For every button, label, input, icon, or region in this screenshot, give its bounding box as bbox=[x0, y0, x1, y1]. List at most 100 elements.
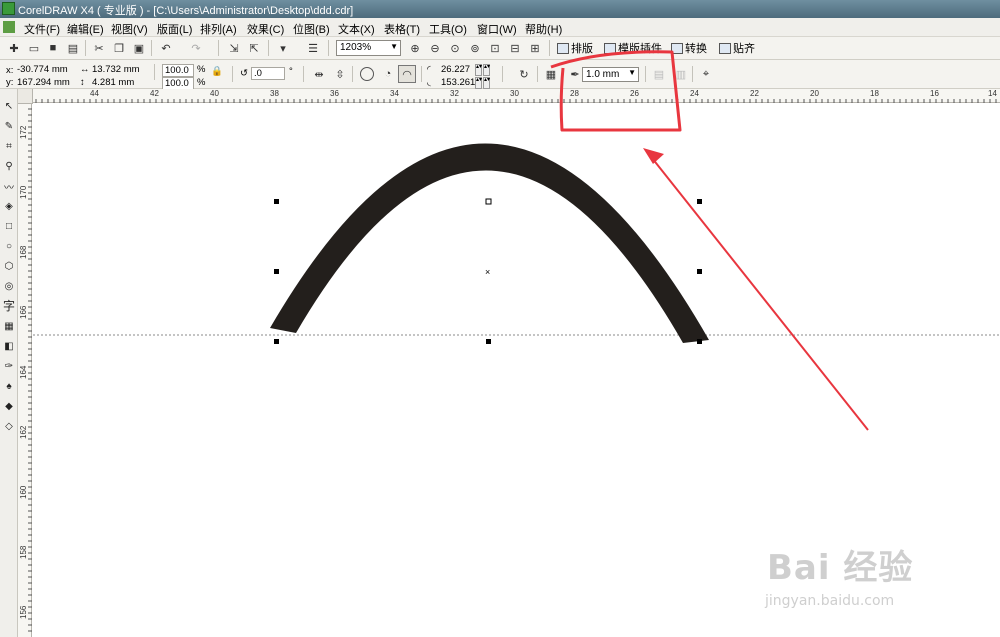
selection-handle[interactable] bbox=[697, 199, 702, 204]
hruler-label: 14 bbox=[988, 89, 997, 98]
basic-shapes-icon[interactable]: ◎ bbox=[2, 279, 16, 293]
menu-text[interactable]: 文本(X) bbox=[338, 21, 375, 37]
zoom-level-select[interactable]: 1203% ▼ bbox=[336, 40, 401, 56]
horizontal-ruler-ticks bbox=[18, 99, 997, 103]
height-field[interactable]: 4.281 mm bbox=[92, 77, 134, 88]
toolbar-separator bbox=[303, 66, 304, 82]
selection-handle[interactable] bbox=[274, 269, 279, 274]
interactive-blend-icon[interactable]: ◧ bbox=[2, 339, 16, 353]
menu-bitmaps[interactable]: 位图(B) bbox=[293, 21, 330, 37]
plugin-button[interactable]: 模版插件 bbox=[604, 40, 662, 56]
redo-icon[interactable]: ↷ bbox=[188, 40, 204, 56]
menu-view[interactable]: 视图(V) bbox=[111, 21, 148, 37]
mirror-vertical-icon[interactable]: ⇳ bbox=[332, 66, 348, 82]
table-tool-icon[interactable]: ▦ bbox=[2, 319, 16, 333]
save-icon[interactable]: ■ bbox=[45, 40, 61, 56]
arc-shape[interactable] bbox=[270, 143, 709, 343]
scale-x-field[interactable]: 100.0 bbox=[162, 64, 194, 77]
menu-layout[interactable]: 版面(L) bbox=[157, 21, 192, 37]
zoom-in-icon[interactable]: ⊕ bbox=[407, 40, 423, 56]
menu-effects[interactable]: 效果(C) bbox=[247, 21, 284, 37]
zoom-height-icon[interactable]: ⊞ bbox=[527, 40, 543, 56]
document-icon[interactable] bbox=[3, 21, 15, 33]
application-launcher-icon[interactable]: ▾ bbox=[275, 40, 291, 56]
zoom-out-icon[interactable]: ⊖ bbox=[427, 40, 443, 56]
menu-table[interactable]: 表格(T) bbox=[384, 21, 420, 37]
zoom-width-icon[interactable]: ⊟ bbox=[507, 40, 523, 56]
selection-handle[interactable] bbox=[274, 199, 279, 204]
to-front-icon[interactable]: ▤ bbox=[651, 66, 667, 82]
zoom-page-icon[interactable]: ⊡ bbox=[487, 40, 503, 56]
selection-handle[interactable] bbox=[485, 198, 492, 205]
horizontal-ruler[interactable]: 44 42 40 38 36 34 32 30 28 26 24 22 20 1… bbox=[18, 89, 1000, 103]
pick-tool-icon[interactable]: ↖ bbox=[2, 99, 16, 113]
freehand-tool-icon[interactable]: 〰 bbox=[2, 179, 16, 194]
menu-arrange[interactable]: 排列(A) bbox=[200, 21, 237, 37]
arc-mode-icon[interactable]: ◠ bbox=[398, 65, 416, 83]
mirror-horizontal-icon[interactable]: ⇹ bbox=[311, 66, 327, 82]
toolbox: ↖ ✎ ⌗ ⚲ 〰 ◈ □ ○ ⬡ ◎ 字 ▦ ◧ ✑ ♠ ◆ ◇ bbox=[0, 89, 18, 637]
menu-help[interactable]: 帮助(H) bbox=[525, 21, 562, 37]
y-position-field[interactable]: 167.294 mm bbox=[17, 77, 70, 88]
print-icon[interactable]: ▤ bbox=[65, 40, 81, 56]
polygon-tool-icon[interactable]: ⬡ bbox=[2, 259, 16, 273]
selection-handle[interactable] bbox=[697, 269, 702, 274]
pie-mode-icon[interactable]: ◔ bbox=[380, 66, 396, 82]
menu-file[interactable]: 文件(F) bbox=[24, 21, 60, 37]
zoom-tool-icon[interactable]: ⚲ bbox=[2, 159, 16, 173]
to-back-icon[interactable]: ▥ bbox=[673, 66, 689, 82]
start-angle-field[interactable]: 26.227 bbox=[441, 64, 470, 75]
end-angle-spinner[interactable]: ▴▾ bbox=[483, 77, 490, 89]
width-field[interactable]: 13.732 mm bbox=[92, 64, 140, 75]
copy-icon[interactable]: ❐ bbox=[111, 40, 127, 56]
ruler-origin-corner[interactable] bbox=[18, 89, 33, 104]
plugin-label: 模版插件 bbox=[618, 43, 662, 55]
toolbar-separator bbox=[692, 66, 693, 82]
wrap-text-icon[interactable]: ▦ bbox=[543, 66, 559, 82]
fill-tool-icon[interactable]: ◆ bbox=[2, 399, 16, 413]
interactive-fill-icon[interactable]: ◇ bbox=[2, 419, 16, 433]
selection-handle[interactable] bbox=[486, 339, 491, 344]
start-angle-spinner[interactable]: ▴▾ bbox=[483, 64, 490, 76]
outline-pen-tool-icon[interactable]: ♠ bbox=[2, 379, 16, 393]
smart-fill-icon[interactable]: ◈ bbox=[2, 199, 16, 213]
new-document-icon[interactable]: ✚ bbox=[6, 40, 22, 56]
selection-handle[interactable] bbox=[697, 339, 702, 344]
snap-button[interactable]: 贴齐 bbox=[719, 40, 755, 56]
end-angle-field[interactable]: 153.261 bbox=[441, 77, 475, 88]
vertical-ruler[interactable]: 172 170 168 166 164 162 160 158 156 bbox=[18, 103, 32, 637]
eyedropper-icon[interactable]: ✑ bbox=[2, 359, 16, 373]
x-position-field[interactable]: -30.774 mm bbox=[17, 64, 68, 75]
convert-button[interactable]: 转换 bbox=[671, 40, 707, 56]
ellipse-mode-icon[interactable] bbox=[360, 67, 374, 81]
rotation-field[interactable]: .0 bbox=[251, 67, 285, 80]
menu-edit[interactable]: 编辑(E) bbox=[67, 21, 104, 37]
menu-window[interactable]: 窗口(W) bbox=[477, 21, 517, 37]
selection-handle[interactable] bbox=[274, 339, 279, 344]
open-icon[interactable]: ▭ bbox=[26, 40, 42, 56]
cut-icon[interactable]: ✂ bbox=[91, 40, 107, 56]
zoom-selected-icon[interactable]: ⊙ bbox=[447, 40, 463, 56]
menu-tools[interactable]: 工具(O) bbox=[429, 21, 467, 37]
paste-icon[interactable]: ▣ bbox=[131, 40, 147, 56]
crop-tool-icon[interactable]: ⌗ bbox=[2, 139, 16, 153]
center-marker: × bbox=[485, 267, 490, 277]
outline-width-select[interactable]: 1.0 mm ▼ bbox=[582, 67, 639, 82]
vruler-label: 160 bbox=[19, 485, 28, 499]
zoom-all-icon[interactable]: ⊚ bbox=[467, 40, 483, 56]
convert-to-curves-icon[interactable]: ⌖ bbox=[698, 66, 714, 82]
layout-button[interactable]: 排版 bbox=[557, 40, 593, 56]
lock-ratio-icon[interactable]: 🔒 bbox=[211, 66, 223, 77]
import-icon[interactable]: ⇲ bbox=[226, 40, 242, 56]
rectangle-tool-icon[interactable]: □ bbox=[2, 219, 16, 233]
change-direction-icon[interactable]: ↻ bbox=[516, 66, 532, 82]
ellipse-tool-icon[interactable]: ○ bbox=[2, 239, 16, 253]
shape-tool-icon[interactable]: ✎ bbox=[2, 119, 16, 133]
text-tool-icon[interactable]: 字 bbox=[2, 298, 16, 313]
hruler-label: 40 bbox=[210, 89, 219, 98]
undo-icon[interactable]: ↶ bbox=[158, 40, 174, 56]
start-angle-spinner[interactable]: ▴▾ bbox=[475, 64, 482, 76]
welcome-screen-icon[interactable]: ☰ bbox=[305, 40, 321, 56]
end-angle-spinner[interactable]: ▴▾ bbox=[475, 77, 482, 89]
export-icon[interactable]: ⇱ bbox=[246, 40, 262, 56]
